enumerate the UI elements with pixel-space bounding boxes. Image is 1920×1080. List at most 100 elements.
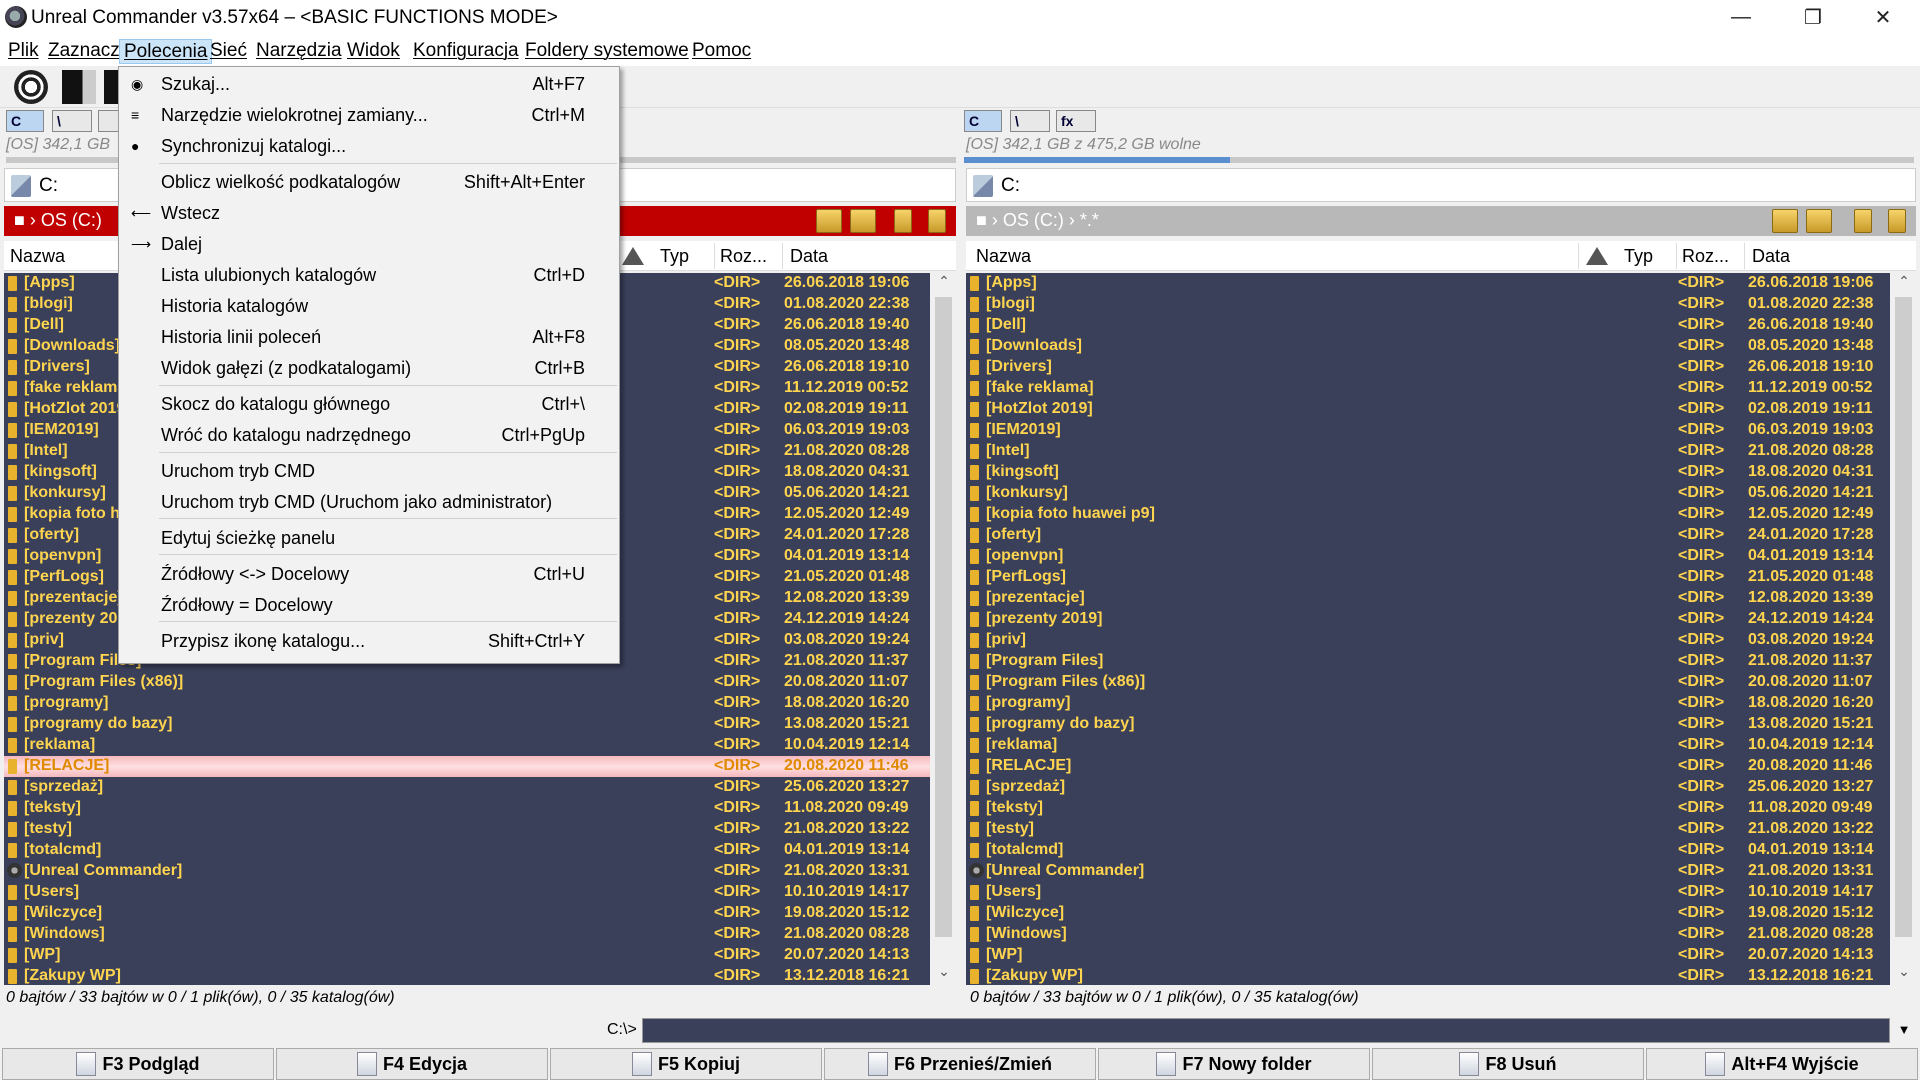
right-file-row[interactable]: [openvpn] <DIR> 04.01.2019 13:14	[966, 546, 1890, 567]
right-file-row[interactable]: [kingsoft] <DIR> 18.08.2020 04:31	[966, 462, 1890, 483]
right-file-row[interactable]: [prezentacje] <DIR> 12.08.2020 13:39	[966, 588, 1890, 609]
column-date[interactable]: Data	[1752, 246, 1790, 267]
right-file-row[interactable]: [Unreal Commander] <DIR> 21.08.2020 13:31	[966, 861, 1890, 882]
refresh-button[interactable]	[14, 70, 48, 104]
right-file-row[interactable]: [prezenty 2019] <DIR> 24.12.2019 14:24	[966, 609, 1890, 630]
scroll-down-icon[interactable]: ⌄	[1892, 963, 1916, 985]
menu-polecenia[interactable]: Polecenia	[119, 39, 213, 64]
menu-plik[interactable]: Plik	[4, 39, 43, 64]
left-file-row[interactable]: [teksty] <DIR> 11.08.2020 09:49	[4, 798, 930, 819]
menu-item-2[interactable]: ● Synchronizuj katalogi...	[119, 131, 619, 162]
right-file-row[interactable]: [testy] <DIR> 21.08.2020 13:22	[966, 819, 1890, 840]
menu-item-10[interactable]: Skocz do katalogu głównego Ctrl+\	[119, 389, 619, 420]
right-file-row[interactable]: [Program Files (x86)] <DIR> 20.08.2020 11:…	[966, 672, 1890, 693]
f5-copy-button[interactable]: F5 Kopiuj	[550, 1048, 822, 1080]
menu-item-8[interactable]: Historia linii poleceń Alt+F8	[119, 322, 619, 353]
scroll-down-icon[interactable]: ⌄	[932, 963, 956, 985]
right-file-row[interactable]: [Intel] <DIR> 21.08.2020 08:28	[966, 441, 1890, 462]
parent-folder-icon[interactable]	[850, 209, 876, 233]
right-fx-button[interactable]: fx	[1056, 110, 1096, 132]
history-icon[interactable]	[1888, 209, 1906, 233]
right-file-row[interactable]: [HotZlot 2019] <DIR> 02.08.2019 19:11	[966, 399, 1890, 420]
left-file-row[interactable]: [sprzedaż] <DIR> 25.06.2020 13:27	[4, 777, 930, 798]
left-file-row[interactable]: [reklama] <DIR> 10.04.2019 12:14	[4, 735, 930, 756]
left-file-row[interactable]: [Windows] <DIR> 21.08.2020 08:28	[4, 924, 930, 945]
menu-pomoc[interactable]: Pomoc	[688, 39, 755, 64]
menu-item-3[interactable]: Oblicz wielkość podkatalogów Shift+Alt+En…	[119, 167, 619, 198]
scroll-up-icon[interactable]: ⌃	[932, 273, 956, 295]
menu-konfiguracja[interactable]: Konfiguracja	[409, 39, 523, 64]
menu-item-4[interactable]: ⟵ Wstecz	[119, 198, 619, 229]
f4-edit-button[interactable]: F4 Edycja	[276, 1048, 548, 1080]
menu-item-0[interactable]: ◉ Szukaj... Alt+F7	[119, 69, 619, 100]
menu-item-16[interactable]: Źródłowy = Docelowy	[119, 590, 619, 621]
column-date[interactable]: Data	[790, 246, 828, 267]
right-file-row[interactable]: [Program Files] <DIR> 21.08.2020 11:37	[966, 651, 1890, 672]
column-type[interactable]: Typ	[660, 246, 689, 267]
right-file-row[interactable]: [priv] <DIR> 03.08.2020 19:24	[966, 630, 1890, 651]
right-file-row[interactable]: [konkursy] <DIR> 05.06.2020 14:21	[966, 483, 1890, 504]
menu-item-5[interactable]: ⟶ Dalej	[119, 229, 619, 260]
right-scrollbar[interactable]: ⌃ ⌄	[1892, 273, 1916, 985]
left-drive-c-button[interactable]: C	[6, 110, 44, 132]
right-file-row[interactable]: [Apps] <DIR> 26.06.2018 19:06	[966, 273, 1890, 294]
menu-foldery-systemowe[interactable]: Foldery systemowe	[521, 39, 693, 64]
column-size[interactable]: Roz...	[720, 246, 767, 267]
right-file-row[interactable]: [totalcmd] <DIR> 04.01.2019 13:14	[966, 840, 1890, 861]
right-network-button[interactable]: \	[1010, 110, 1050, 132]
minimize-button[interactable]: —	[1706, 0, 1776, 34]
right-file-row[interactable]: [Zakupy WP] <DIR> 13.12.2018 16:21	[966, 966, 1890, 985]
restore-button[interactable]: ❐	[1778, 0, 1848, 34]
left-file-row[interactable]: [totalcmd] <DIR> 04.01.2019 13:14	[4, 840, 930, 861]
right-file-row[interactable]: [fake reklama] <DIR> 11.12.2019 00:52	[966, 378, 1890, 399]
menu-item-11[interactable]: Wróć do katalogu nadrzędnego Ctrl+PgUp	[119, 420, 619, 451]
menu-item-14[interactable]: Edytuj ścieżkę panelu	[119, 523, 619, 554]
left-scrollbar[interactable]: ⌃ ⌄	[932, 273, 956, 985]
left-file-row[interactable]: [Zakupy WP] <DIR> 13.12.2018 16:21	[4, 966, 930, 985]
right-file-row[interactable]: [programy do bazy] <DIR> 13.08.2020 15:21	[966, 714, 1890, 735]
right-file-row[interactable]: [oferty] <DIR> 24.01.2020 17:28	[966, 525, 1890, 546]
menu-siec[interactable]: Sieć	[206, 39, 251, 64]
left-file-row[interactable]: [Unreal Commander] <DIR> 21.08.2020 13:31	[4, 861, 930, 882]
altf4-exit-button[interactable]: Alt+F4 Wyjście	[1646, 1048, 1918, 1080]
favorites-icon[interactable]	[894, 209, 912, 233]
root-folder-icon[interactable]	[816, 209, 842, 233]
column-size[interactable]: Roz...	[1682, 246, 1729, 267]
column-name[interactable]: Nazwa	[10, 246, 65, 267]
chevron-down-icon[interactable]: ▼	[1892, 1018, 1916, 1043]
right-file-row[interactable]: [IEM2019] <DIR> 06.03.2019 19:03	[966, 420, 1890, 441]
menu-zaznacz[interactable]: Zaznacz	[44, 39, 124, 64]
right-file-row[interactable]: [Wilczyce] <DIR> 19.08.2020 15:12	[966, 903, 1890, 924]
cmd-input[interactable]	[642, 1018, 1890, 1043]
favorites-icon[interactable]	[1854, 209, 1872, 233]
right-drive-c-button[interactable]: C	[964, 110, 1002, 132]
left-file-row[interactable]: [testy] <DIR> 21.08.2020 13:22	[4, 819, 930, 840]
left-file-row[interactable]: [WP] <DIR> 20.07.2020 14:13	[4, 945, 930, 966]
right-file-list[interactable]: [Apps] <DIR> 26.06.2018 19:06 [blogi] <DIR> 0…	[966, 273, 1890, 985]
left-file-row[interactable]: [programy] <DIR> 18.08.2020 16:20	[4, 693, 930, 714]
right-file-row[interactable]: [reklama] <DIR> 10.04.2019 12:14	[966, 735, 1890, 756]
parent-folder-icon[interactable]	[1806, 209, 1832, 233]
right-file-row[interactable]: [Users] <DIR> 10.10.2019 14:17	[966, 882, 1890, 903]
right-file-row[interactable]: [sprzedaż] <DIR> 25.06.2020 13:27	[966, 777, 1890, 798]
right-file-row[interactable]: [RELACJE] <DIR> 20.08.2020 11:46	[966, 756, 1890, 777]
left-network-button[interactable]: \	[52, 110, 92, 132]
left-file-row[interactable]: [Program Files (x86)] <DIR> 20.08.2020 11:…	[4, 672, 930, 693]
left-file-row[interactable]: [Wilczyce] <DIR> 19.08.2020 15:12	[4, 903, 930, 924]
menu-item-17[interactable]: Przypisz ikonę katalogu... Shift+Ctrl+Y	[119, 626, 619, 657]
right-file-row[interactable]: [programy] <DIR> 18.08.2020 16:20	[966, 693, 1890, 714]
panel-button[interactable]	[62, 70, 96, 104]
left-file-row[interactable]: [Users] <DIR> 10.10.2019 14:17	[4, 882, 930, 903]
left-breadcrumb[interactable]: ■ › OS (C:)	[14, 210, 102, 231]
left-file-row[interactable]: [RELACJE] <DIR> 20.08.2020 11:46	[4, 756, 930, 777]
f7-new-folder-button[interactable]: F7 Nowy folder	[1098, 1048, 1370, 1080]
f3-view-button[interactable]: F3 Podgląd	[2, 1048, 274, 1080]
right-file-row[interactable]: [blogi] <DIR> 01.08.2020 22:38	[966, 294, 1890, 315]
right-file-row[interactable]: [teksty] <DIR> 11.08.2020 09:49	[966, 798, 1890, 819]
root-folder-icon[interactable]	[1772, 209, 1798, 233]
right-file-row[interactable]: [kopia foto huawei p9] <DIR> 12.05.2020 12…	[966, 504, 1890, 525]
menu-item-15[interactable]: Źródłowy <-> Docelowy Ctrl+U	[119, 559, 619, 590]
scroll-up-icon[interactable]: ⌃	[1892, 273, 1916, 295]
menu-narzedzia[interactable]: Narzędzia	[252, 39, 346, 64]
history-icon[interactable]	[928, 209, 946, 233]
